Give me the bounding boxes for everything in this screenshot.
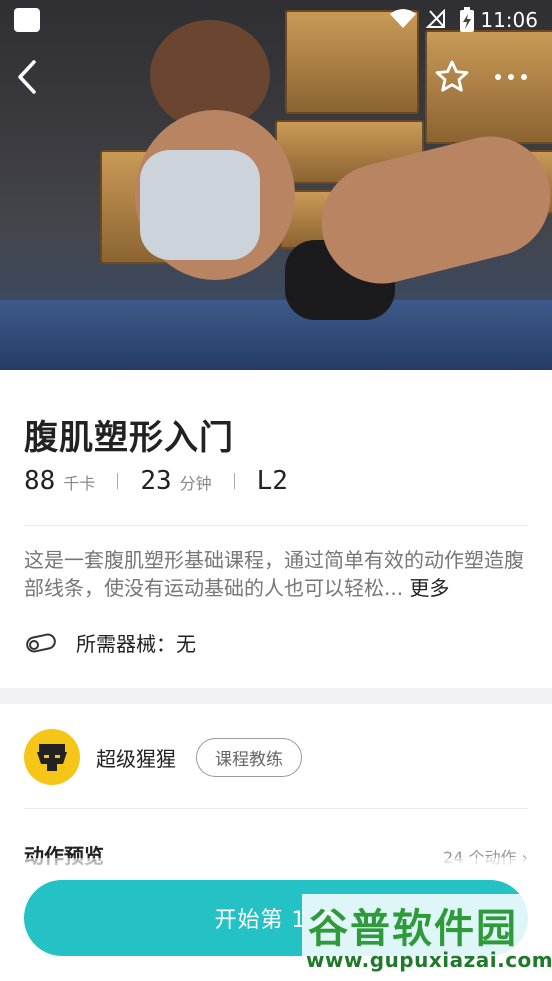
wifi-icon [390, 9, 416, 28]
stat-divider [117, 473, 119, 489]
duration-unit: 分钟 [179, 474, 212, 493]
divider [24, 525, 528, 526]
watermark: 谷普软件园 www.gupuxiazai.com [302, 894, 552, 974]
divider [24, 808, 528, 809]
section-gap [0, 688, 552, 704]
athlete-top [140, 150, 260, 260]
avatar[interactable] [24, 729, 80, 785]
level-value: L2 [256, 466, 288, 496]
star-icon[interactable] [433, 58, 471, 96]
coach-row[interactable]: 超级猩猩 课程教练 [24, 729, 302, 785]
notification-icon [14, 8, 40, 32]
coach-name[interactable]: 超级猩猩 [96, 743, 176, 772]
equipment-icon [26, 633, 56, 652]
hero-image: 11:06 [0, 0, 552, 370]
gorilla-logo-icon [37, 744, 67, 771]
calories-value: 88 [24, 466, 56, 496]
coach-badge: 课程教练 [196, 737, 302, 777]
stat-divider [233, 473, 235, 489]
battery-icon [460, 7, 474, 32]
more-icon[interactable] [493, 70, 529, 84]
signal-icon [426, 9, 445, 28]
calories-unit: 千卡 [63, 474, 96, 493]
page-title: 腹肌塑形入门 [24, 418, 234, 458]
status-bar: 11:06 [0, 0, 552, 40]
exercise-mat [0, 300, 552, 370]
equipment-label: 所需器械：无 [76, 632, 196, 656]
course-description: 这是一套腹肌塑形基础课程，通过简单有效的动作塑造腹部线条，使没有运动基础的人也可… [24, 546, 528, 602]
status-time: 11:06 [480, 8, 538, 32]
course-stats: 88 千卡 23 分钟 L2 [24, 466, 288, 496]
more-link[interactable]: 更多 [409, 576, 449, 600]
equipment-row: 所需器械：无 [24, 628, 196, 657]
duration-value: 23 [140, 466, 172, 496]
watermark-url: www.gupuxiazai.com [306, 948, 552, 972]
watermark-title: 谷普软件园 [308, 906, 518, 952]
back-icon[interactable] [14, 58, 40, 96]
